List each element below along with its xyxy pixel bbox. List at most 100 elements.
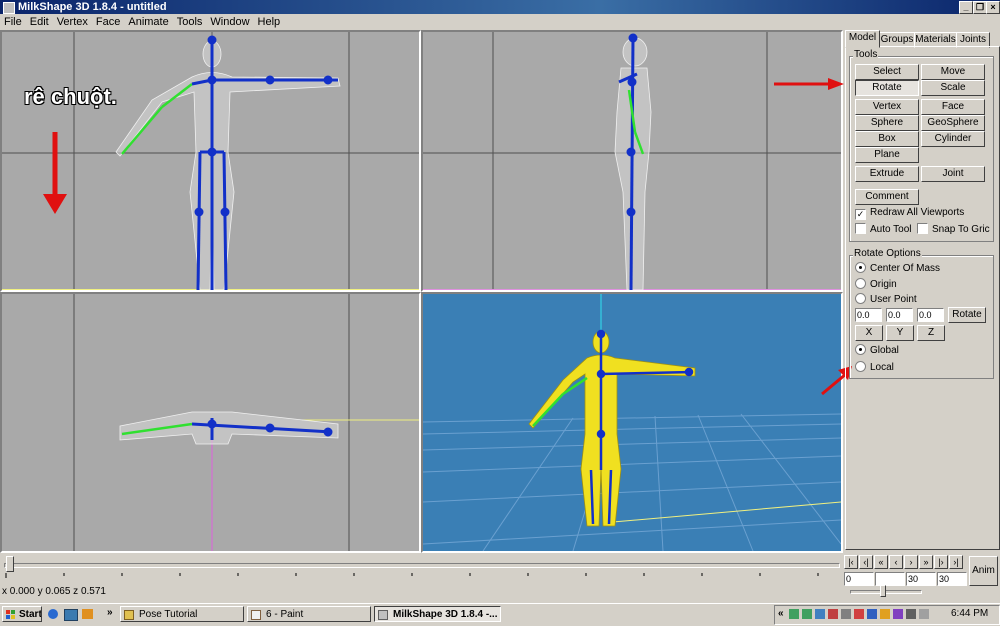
ie-quicklaunch-icon[interactable] xyxy=(48,609,58,619)
plane-button[interactable]: Plane xyxy=(855,147,919,163)
origin-radio[interactable]: Origin xyxy=(855,278,897,291)
sphere-button[interactable]: Sphere xyxy=(855,115,919,131)
tray-usb-icon[interactable] xyxy=(906,609,916,619)
forward-icon[interactable]: » xyxy=(919,555,933,569)
coordinate-readout: x 0.000 y 0.065 z 0.571 xyxy=(2,586,106,597)
next-frame-icon[interactable]: › xyxy=(904,555,918,569)
menu-face[interactable]: Face xyxy=(92,16,124,28)
cylinder-button[interactable]: Cylinder xyxy=(921,131,985,147)
windows-logo-icon xyxy=(6,610,15,619)
move-button[interactable]: Move xyxy=(921,64,985,80)
taskbar-paint-label: 6 - Paint xyxy=(266,609,304,620)
auto-tool-label: Auto Tool xyxy=(870,224,912,235)
comment-button[interactable]: Comment xyxy=(855,189,919,205)
global-radio[interactable]: Global xyxy=(855,344,899,357)
rotate-tool-button[interactable]: Rotate xyxy=(855,80,919,96)
speed-slider-track[interactable] xyxy=(850,590,922,594)
local-radio[interactable]: Local xyxy=(855,361,894,374)
auto-tool-checkbox[interactable]: Auto Tool xyxy=(855,223,912,236)
center-of-mass-radio[interactable]: Center Of Mass xyxy=(855,262,940,275)
timeline-track[interactable] xyxy=(4,563,840,568)
viewport-top[interactable] xyxy=(0,292,421,553)
menu-window[interactable]: Window xyxy=(206,16,253,28)
status-bar: x 0.000 y 0.065 z 0.571 xyxy=(0,584,1000,600)
volume-icon[interactable] xyxy=(919,609,929,619)
taskbar-pose-tutorial[interactable]: Pose Tutorial xyxy=(120,606,244,622)
show-desktop-icon[interactable] xyxy=(64,609,78,621)
viewport-3d[interactable] xyxy=(421,292,843,553)
z-field[interactable]: 0.0 xyxy=(917,308,944,322)
media-quicklaunch-icon[interactable] xyxy=(82,609,93,619)
annotation-text: rê chuột. xyxy=(24,84,117,109)
tray-update-icon[interactable] xyxy=(880,609,890,619)
viewport-side[interactable] xyxy=(421,30,843,292)
maximize-button[interactable]: ❐ xyxy=(973,1,987,14)
center-of-mass-label: Center Of Mass xyxy=(870,263,941,274)
select-button[interactable]: Select xyxy=(855,64,919,80)
speed-slider-thumb[interactable] xyxy=(880,585,886,597)
folder-icon xyxy=(124,610,134,620)
milkshape-app-icon xyxy=(3,2,15,14)
first-frame-icon[interactable]: |‹ xyxy=(844,555,858,569)
redraw-all-checkbox[interactable]: ✓ Redraw All Viewports xyxy=(855,207,964,220)
rotate-apply-button[interactable]: Rotate xyxy=(948,307,986,323)
close-button[interactable]: × xyxy=(986,1,1000,14)
taskbar-paint[interactable]: 6 - Paint xyxy=(247,606,371,622)
last-frame-icon[interactable]: ›| xyxy=(949,555,963,569)
tray-network-icon[interactable] xyxy=(789,609,799,619)
x-field[interactable]: 0.0 xyxy=(855,308,882,322)
tray-messenger-icon[interactable] xyxy=(867,609,877,619)
scale-button[interactable]: Scale xyxy=(921,80,985,96)
title-bar: MilkShape 3D 1.8.4 - untitled _ ❐ × xyxy=(0,0,1000,14)
geosphere-button[interactable]: GeoSphere xyxy=(921,115,985,131)
ground-grid xyxy=(423,413,841,551)
arrow-down-icon xyxy=(43,132,67,214)
menu-help[interactable]: Help xyxy=(254,16,285,28)
y-field[interactable]: 0.0 xyxy=(886,308,913,322)
tray-security-icon[interactable] xyxy=(828,609,838,619)
rewind-icon[interactable]: « xyxy=(874,555,888,569)
face-button[interactable]: Face xyxy=(921,99,985,115)
menu-tools[interactable]: Tools xyxy=(173,16,207,28)
milkshape-icon xyxy=(378,610,388,620)
user-point-label: User Point xyxy=(870,294,917,305)
timeline-ticks xyxy=(5,573,819,578)
tools-title: Tools xyxy=(853,49,879,60)
x-axis-button[interactable]: X xyxy=(855,325,883,341)
joint-button[interactable]: Joint xyxy=(921,166,985,182)
box-button[interactable]: Box xyxy=(855,131,919,147)
tray-chevron-icon[interactable]: « xyxy=(778,608,784,619)
y-axis-button[interactable]: Y xyxy=(886,325,914,341)
start-button[interactable]: Start xyxy=(2,606,42,622)
menu-edit[interactable]: Edit xyxy=(26,16,53,28)
tray-network2-icon[interactable] xyxy=(802,609,812,619)
tray-media-icon[interactable] xyxy=(893,609,903,619)
window-title: MilkShape 3D 1.8.4 - untitled xyxy=(18,1,167,13)
prev-frame-icon[interactable]: ‹ xyxy=(889,555,903,569)
taskbar-milkshape-label: MilkShape 3D 1.8.4 -... xyxy=(393,609,498,620)
taskbar-pose-tutorial-label: Pose Tutorial xyxy=(139,609,198,620)
next-key-icon[interactable]: |› xyxy=(934,555,948,569)
extrude-button[interactable]: Extrude xyxy=(855,166,919,182)
vertex-button[interactable]: Vertex xyxy=(855,99,919,115)
menu-vertex[interactable]: Vertex xyxy=(53,16,92,28)
tab-model[interactable]: Model xyxy=(845,30,880,48)
z-axis-button[interactable]: Z xyxy=(917,325,945,341)
prev-key-icon[interactable]: ‹| xyxy=(859,555,873,569)
quicklaunch-chevron-icon[interactable]: » xyxy=(107,607,113,618)
menu-file[interactable]: File xyxy=(0,16,26,28)
timeline-thumb[interactable] xyxy=(6,556,14,572)
tray-monitor-icon[interactable] xyxy=(841,609,851,619)
anim-button[interactable]: Anim xyxy=(969,556,998,586)
menu-bar: File Edit Vertex Face Animate Tools Window Help xyxy=(0,14,1000,30)
tray-antivirus-icon[interactable] xyxy=(854,609,864,619)
snap-to-grid-checkbox[interactable]: Snap To Gric xyxy=(917,223,990,236)
local-label: Local xyxy=(870,362,894,373)
menu-animate[interactable]: Animate xyxy=(124,16,172,28)
tray-app-icon[interactable] xyxy=(815,609,825,619)
taskbar-milkshape[interactable]: MilkShape 3D 1.8.4 -... xyxy=(374,606,501,622)
user-point-radio[interactable]: User Point xyxy=(855,293,917,306)
minimize-button[interactable]: _ xyxy=(959,1,973,14)
check-icon: ✓ xyxy=(855,209,866,220)
timeline xyxy=(0,553,843,583)
